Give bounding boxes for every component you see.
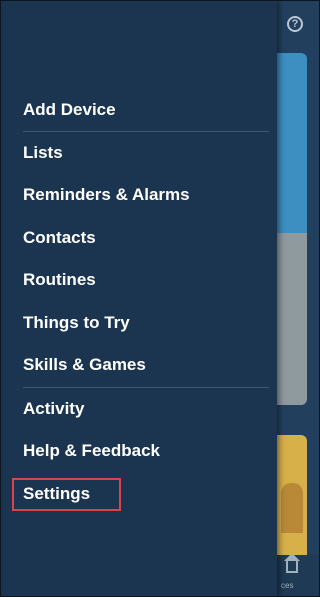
menu-item-activity[interactable]: Activity (23, 394, 263, 424)
navigation-drawer: Add Device Lists Reminders & Alarms Cont… (1, 1, 277, 596)
background-card-blue (277, 53, 307, 233)
help-icon[interactable]: ? (287, 16, 303, 32)
divider (23, 131, 269, 132)
bottom-nav-bar (277, 555, 319, 596)
background-card-yellow (277, 435, 307, 555)
menu-item-skills-games[interactable]: Skills & Games (23, 350, 263, 380)
menu-item-contacts[interactable]: Contacts (23, 223, 263, 253)
bottom-nav-label: ces (281, 581, 294, 590)
background-card-gray (277, 233, 307, 405)
menu-item-lists[interactable]: Lists (23, 138, 263, 168)
screen-frame: ? ces Add Device Lists Reminders & Alarm… (0, 0, 320, 597)
divider (23, 387, 269, 388)
menu-item-add-device[interactable]: Add Device (23, 95, 263, 125)
devices-icon[interactable] (284, 553, 300, 573)
menu-item-help-feedback[interactable]: Help & Feedback (23, 436, 263, 466)
settings-highlight-box (12, 478, 121, 511)
menu-item-things-to-try[interactable]: Things to Try (23, 308, 263, 338)
menu-item-routines[interactable]: Routines (23, 265, 263, 295)
menu-item-reminders-alarms[interactable]: Reminders & Alarms (23, 180, 263, 210)
